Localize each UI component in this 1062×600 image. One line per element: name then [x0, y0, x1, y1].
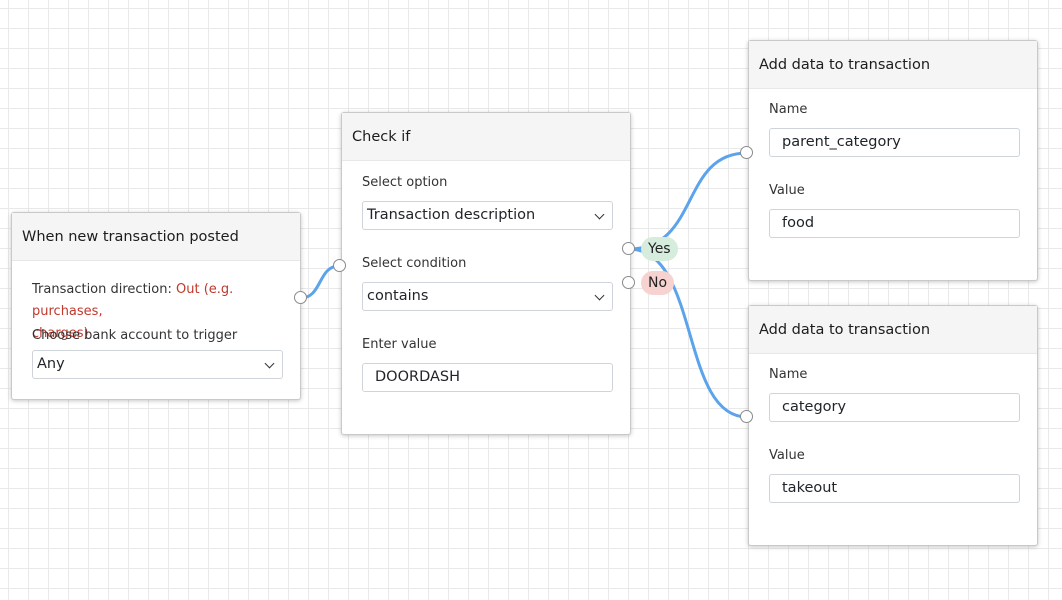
no-branch-label: No [641, 271, 675, 295]
select-condition-value: contains [367, 288, 429, 304]
value-label: Value [769, 448, 805, 463]
wire-yes-to-add-1 [628, 151, 748, 251]
add-data-node-1-title: Add data to transaction [749, 41, 1037, 89]
no-output-port[interactable] [622, 276, 635, 289]
trigger-node-title: When new transaction posted [12, 213, 300, 261]
check-if-input-port[interactable] [333, 259, 346, 272]
value-label: Value [769, 183, 805, 198]
value-input[interactable]: food [769, 209, 1020, 238]
trigger-node[interactable]: When new transaction posted Transaction … [11, 212, 301, 400]
enter-value-label: Enter value [362, 337, 437, 352]
chevron-down-icon [594, 290, 605, 301]
add-data-1-input-port[interactable] [740, 146, 753, 159]
name-input[interactable]: category [769, 393, 1020, 422]
check-if-node[interactable]: Check if Select option Transaction descr… [341, 112, 631, 435]
trigger-output-port[interactable] [294, 291, 307, 304]
yes-branch-label: Yes [641, 237, 678, 261]
add-data-node-2-title: Add data to transaction [749, 306, 1037, 354]
name-input[interactable]: parent_category [769, 128, 1020, 157]
yes-output-port[interactable] [622, 242, 635, 255]
add-data-node-1[interactable]: Add data to transaction Name parent_cate… [748, 40, 1038, 281]
bank-account-label: Choose bank account to trigger [32, 328, 238, 343]
name-label: Name [769, 367, 808, 382]
value-input[interactable]: takeout [769, 474, 1020, 503]
bank-account-select[interactable]: Any [32, 350, 283, 379]
direction-label: Transaction direction: [32, 282, 172, 297]
select-option-label: Select option [362, 175, 448, 190]
chevron-down-icon [264, 358, 275, 369]
enter-value-input[interactable]: DOORDASH [362, 363, 613, 392]
name-label: Name [769, 102, 808, 117]
wire-trigger-to-check [300, 264, 340, 300]
bank-account-select-value: Any [37, 356, 65, 372]
select-condition-label: Select condition [362, 256, 467, 271]
add-data-2-input-port[interactable] [740, 410, 753, 423]
add-data-node-2[interactable]: Add data to transaction Name category Va… [748, 305, 1038, 546]
chevron-down-icon [594, 209, 605, 220]
select-condition-dropdown[interactable]: contains [362, 282, 613, 311]
select-option-value: Transaction description [367, 207, 536, 223]
check-if-node-title: Check if [342, 113, 630, 161]
select-option-dropdown[interactable]: Transaction description [362, 201, 613, 230]
